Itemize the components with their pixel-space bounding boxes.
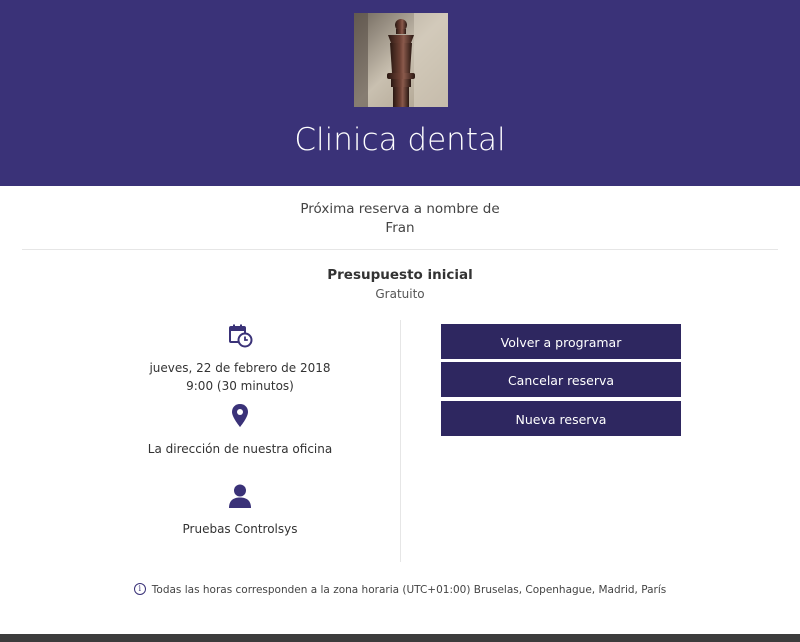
bottom-bar — [0, 634, 800, 642]
person-icon — [229, 484, 251, 508]
timezone-note-text: Todas las horas corresponden a la zona h… — [151, 584, 667, 596]
service-price: Gratuito — [375, 287, 425, 301]
chess-piece-photo — [354, 13, 448, 107]
new-booking-button[interactable]: Nueva reserva — [441, 401, 681, 436]
section-divider — [22, 249, 778, 250]
booking-holder: Próxima reserva a nombre de Fran — [0, 200, 800, 238]
cancel-booking-button[interactable]: Cancelar reserva — [441, 362, 681, 397]
info-icon: i — [133, 583, 146, 595]
service-name: Presupuesto inicial — [327, 267, 473, 283]
booking-staff: Pruebas Controlsys — [182, 522, 298, 536]
header-banner: Clinica dental — [0, 0, 800, 186]
service-summary: Presupuesto inicial Gratuito — [0, 266, 800, 303]
business-logo — [354, 13, 448, 107]
booking-holder-name: Fran — [385, 220, 415, 236]
map-pin-icon — [232, 404, 248, 427]
booking-holder-label: Próxima reserva a nombre de — [300, 201, 500, 217]
booking-date: jueves, 22 de febrero de 2018 — [149, 361, 331, 375]
booking-location: La dirección de nuestra oficina — [147, 442, 333, 456]
column-divider — [400, 320, 401, 562]
timezone-note: i Todas las horas corresponden a la zona … — [0, 583, 800, 596]
booking-time: 9:00 (30 minutos) — [186, 379, 294, 393]
calendar-clock-icon — [229, 324, 253, 348]
business-title: Clinica dental — [294, 122, 506, 158]
reschedule-button[interactable]: Volver a programar — [441, 324, 681, 359]
